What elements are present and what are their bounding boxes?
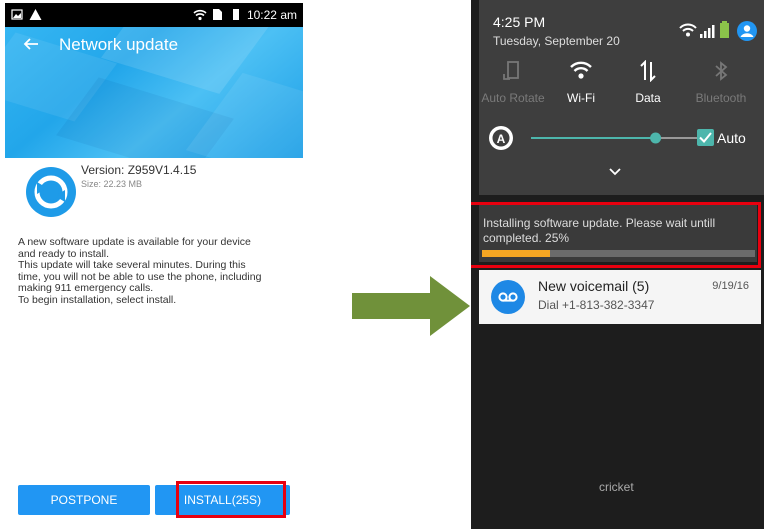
right-phone-screen: 4:25 PM Tuesday, September 20 Auto Rotat… [471,0,764,529]
notification-shade: 4:25 PM Tuesday, September 20 Auto Rotat… [479,0,764,195]
user-account-icon [737,21,757,41]
auto-brightness-checkbox [697,129,714,146]
sync-icon [26,167,76,217]
warning-icon [29,9,42,20]
right-arrow-icon [352,276,470,336]
tile-wifi[interactable]: Wi-Fi [545,60,617,105]
wifi-status-icon [193,9,207,21]
bluetooth-icon [715,61,728,81]
size-label: Size: 22.23 MB [81,179,143,189]
clock: 4:25 PM [493,14,546,30]
svg-text:A: A [497,132,506,146]
auto-brightness-icon: A [489,126,513,150]
tile-bluetooth[interactable]: Bluetooth [685,60,757,105]
carrier-label: cricket [599,480,634,494]
wifi-status-icon [679,23,697,37]
date[interactable]: Tuesday, September 20 [493,34,620,48]
back-arrow-icon[interactable] [23,35,39,58]
chevron-down-icon[interactable] [607,165,623,179]
tile-data[interactable]: Data [612,60,684,105]
left-phone-screen: 10:22 am Network update Version: Z959V1.… [5,3,303,526]
install-highlight-box [176,481,286,518]
page-title: Network update [59,35,179,54]
tile-label: Auto Rotate [481,91,545,105]
voicemail-date: 9/19/16 [712,280,749,292]
wifi-icon [570,61,592,79]
voicemail-notification[interactable]: New voicemail (5) Dial +1-813-382-3347 9… [479,270,761,324]
progress-highlight-box [471,202,761,268]
postpone-button[interactable]: POSTPONE [18,485,150,515]
app-header: Network update [5,27,303,158]
signal-icon [700,25,715,38]
auto-brightness-label: Auto [717,130,746,146]
voicemail-icon [491,280,525,314]
sim-card-icon [213,9,222,20]
status-time: 10:22 am [246,8,297,22]
voicemail-subtitle: Dial +1-813-382-3347 [538,298,655,312]
auto-rotate-icon [503,61,519,80]
tile-label: Wi-Fi [567,91,595,105]
voicemail-title: New voicemail (5) [538,278,650,294]
tile-label: Bluetooth [695,91,747,105]
battery-icon [233,9,239,20]
description-line: To begin installation, select install. [18,293,177,306]
battery-icon [720,21,729,38]
tile-auto-rotate[interactable]: Auto Rotate [477,60,549,105]
version-label: Version: Z959V1.4.15 [81,163,197,177]
tile-label: Data [635,91,661,105]
status-bar: 10:22 am [5,3,303,27]
update-description: A new software update is available for y… [18,236,298,307]
status-icons [679,21,757,41]
image-notification-icon [11,9,23,20]
data-transfer-icon [640,60,656,82]
description-line: A new software update is available for y… [18,236,251,248]
